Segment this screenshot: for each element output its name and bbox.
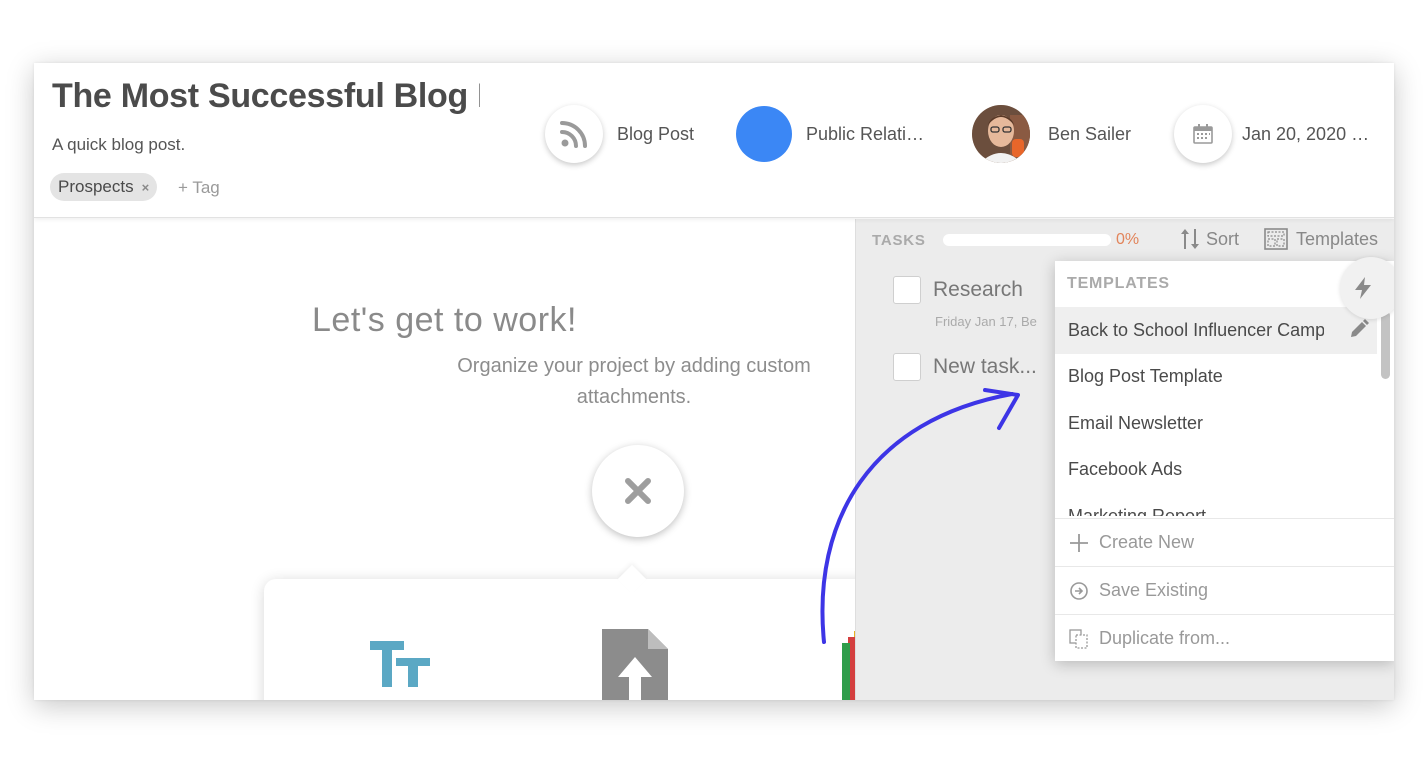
close-attachments-button[interactable] <box>592 445 684 537</box>
template-item[interactable]: Facebook Ads <box>1055 447 1377 494</box>
tasks-label: TASKS <box>872 232 926 249</box>
project-header: The Most Successful Blog Post A quick bl… <box>34 63 1394 218</box>
empty-state-subtext: Organize your project by adding custom a… <box>457 355 811 408</box>
avatar <box>972 105 1030 163</box>
empty-state-heading: Let's get to work! <box>312 301 577 339</box>
tag-chip[interactable]: Prospects × <box>50 173 158 201</box>
save-existing-button[interactable]: Save Existing <box>1055 566 1394 614</box>
task-checkbox[interactable] <box>893 276 921 304</box>
due-date-selector[interactable]: Jan 20, 2020 … <box>1174 105 1369 163</box>
template-item[interactable]: Marketing Report <box>1055 493 1377 516</box>
task-checkbox[interactable] <box>893 353 921 381</box>
template-list: Back to School Influencer Campaign Blog … <box>1055 307 1377 516</box>
sort-icon <box>1181 229 1199 249</box>
category-selector[interactable]: Public Relati… <box>736 105 924 163</box>
panel-pointer <box>617 564 647 594</box>
duplicate-icon <box>1069 628 1088 649</box>
dropdown-scrollbar[interactable] <box>1381 311 1390 379</box>
lightning-icon <box>1355 277 1371 299</box>
content-type-selector[interactable]: Blog Post <box>545 105 694 163</box>
attachments-pane: Let's get to work! Organize your project… <box>34 219 884 700</box>
save-icon <box>1070 581 1088 600</box>
owner-name: Ben Sailer <box>1048 123 1132 144</box>
templates-dropdown: TEMPLATES Back to School Influencer Camp… <box>1055 261 1394 661</box>
owner-selector[interactable]: Ben Sailer <box>972 105 1131 163</box>
templates-label: Templates <box>1296 228 1379 249</box>
plus-icon <box>1070 533 1088 552</box>
task-name[interactable]: Research <box>933 278 1023 302</box>
text-format-icon[interactable] <box>370 641 430 694</box>
template-name: Marketing Report <box>1068 505 1207 516</box>
tag-label: Prospects <box>58 177 134 196</box>
app-window: The Most Successful Blog Post A quick bl… <box>34 63 1394 700</box>
close-icon <box>625 478 651 504</box>
tag-remove-icon[interactable]: × <box>142 180 150 195</box>
templates-button[interactable]: Templates <box>1264 228 1378 250</box>
template-name: Facebook Ads <box>1068 459 1183 480</box>
attachment-type-panel <box>264 564 884 700</box>
add-tag-button[interactable]: + Tag <box>178 178 220 198</box>
template-item[interactable]: Email Newsletter <box>1055 400 1377 447</box>
page-title[interactable]: The Most Successful Blog Post <box>52 77 480 116</box>
due-date-label: Jan 20, 2020 … <box>1242 123 1370 144</box>
dropdown-header: TEMPLATES <box>1067 275 1170 292</box>
save-existing-label: Save Existing <box>1099 580 1209 600</box>
duplicate-from-label: Duplicate from... <box>1099 628 1231 648</box>
upload-file-icon[interactable] <box>602 629 668 700</box>
quick-actions-button[interactable] <box>1340 257 1394 319</box>
duplicate-from-button[interactable]: Duplicate from... <box>1055 614 1394 662</box>
create-new-label: Create New <box>1099 532 1195 552</box>
pencil-icon[interactable] <box>1349 319 1369 344</box>
new-task-input[interactable]: New task... <box>933 355 1037 379</box>
new-task-item[interactable]: New task... <box>893 353 1037 381</box>
task-item[interactable]: Research <box>893 276 1023 304</box>
template-item[interactable]: Blog Post Template <box>1055 354 1377 401</box>
tasks-progress-text: 0% <box>1116 231 1140 248</box>
category-label: Public Relati… <box>806 123 925 144</box>
content-type-label: Blog Post <box>617 123 695 144</box>
templates-icon <box>1264 228 1288 250</box>
calendar-icon <box>1174 105 1232 163</box>
tasks-progress-bar <box>943 234 1111 246</box>
template-name: Back to School Influencer Campaign <box>1068 319 1324 340</box>
project-description[interactable]: A quick blog post. <box>52 135 185 155</box>
create-new-button[interactable]: Create New <box>1055 518 1394 566</box>
task-date: Friday Jan 17, Be <box>935 314 1037 329</box>
category-color-dot <box>736 106 792 162</box>
rss-icon <box>545 105 603 163</box>
template-item[interactable]: Back to School Influencer Campaign <box>1055 307 1377 354</box>
sort-button[interactable]: Sort <box>1180 227 1239 251</box>
template-name: Email Newsletter <box>1068 412 1204 433</box>
sort-label: Sort <box>1206 228 1240 249</box>
template-name: Blog Post Template <box>1068 366 1223 387</box>
